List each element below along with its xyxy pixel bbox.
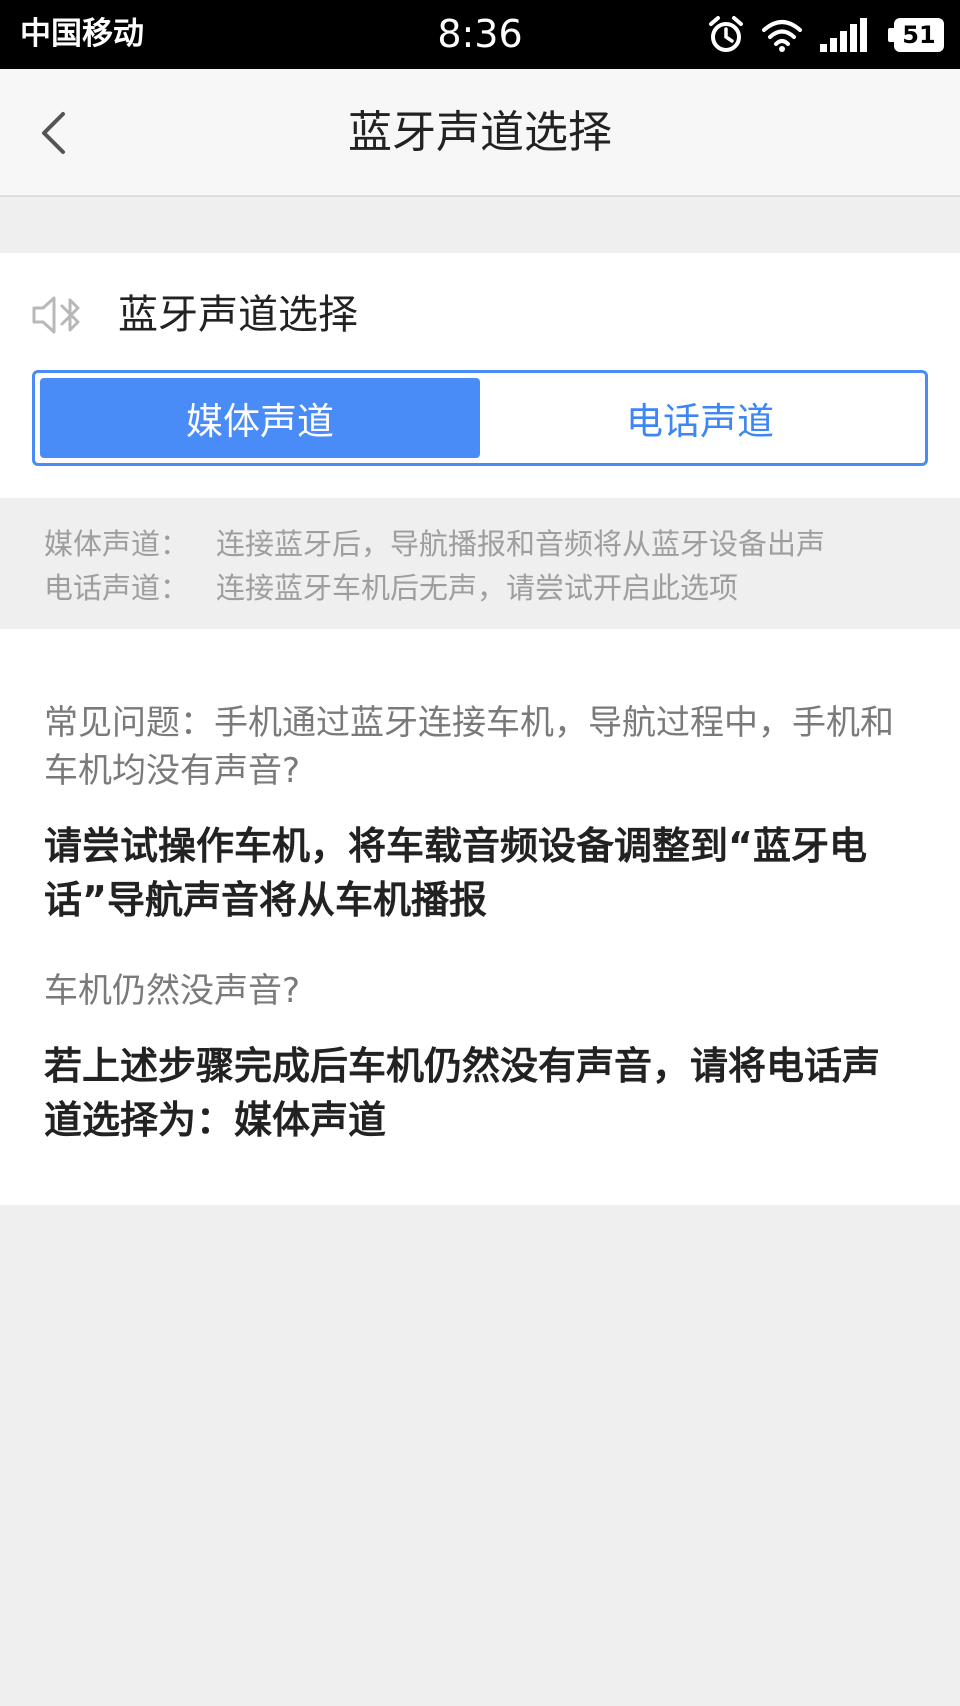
channel-description: 媒体声道： 连接蓝牙后，导航播报和音频将从蓝牙设备出声 电话声道： 连接蓝牙车机… <box>0 498 960 629</box>
status-icons: 51 <box>708 16 944 54</box>
page-title: 蓝牙声道选择 <box>348 107 612 158</box>
media-channel-description: 媒体声道： 连接蓝牙后，导航播报和音频将从蓝牙设备出声 <box>44 522 960 566</box>
section-title: 蓝牙声道选择 <box>118 292 358 338</box>
description-text: 连接蓝牙后，导航播报和音频将从蓝牙设备出声 <box>216 527 826 561</box>
description-text: 连接蓝牙车机后无声，请尝试开启此选项 <box>216 571 739 605</box>
battery-icon: 51 <box>888 18 944 52</box>
faq-section: 常见问题：手机通过蓝牙连接车机，导航过程中，手机和车机均没有声音? 请尝试操作车… <box>0 629 960 1205</box>
faq-answer: 请尝试操作车机，将车载音频设备调整到“蓝牙电话”导航声音将从车机播报 <box>44 824 867 922</box>
section-header: 蓝牙声道选择 <box>32 285 358 345</box>
description-label: 媒体声道： <box>44 527 190 561</box>
description-label: 电话声道： <box>44 571 190 605</box>
faq-question: 常见问题：手机通过蓝牙连接车机，导航过程中，手机和车机均没有声音? <box>44 703 894 791</box>
phone-channel-description: 电话声道： 连接蓝牙车机后无声，请尝试开启此选项 <box>44 566 960 610</box>
signal-icon <box>820 18 867 52</box>
wifi-icon <box>762 20 802 52</box>
channel-segmented-control: 媒体声道 电话声道 <box>32 370 928 466</box>
speaker-bluetooth-icon <box>32 296 80 334</box>
media-channel-option[interactable]: 媒体声道 <box>40 378 480 458</box>
faq-question: 车机仍然没声音? <box>44 971 301 1011</box>
faq-answer: 若上述步骤完成后车机仍然没有声音，请将电话声道选择为：媒体声道 <box>44 1044 881 1142</box>
battery-level: 51 <box>894 18 944 52</box>
phone-channel-option[interactable]: 电话声道 <box>480 378 920 458</box>
alarm-icon <box>709 16 743 52</box>
channel-selection-card: 蓝牙声道选择 媒体声道 电话声道 <box>0 253 960 498</box>
status-bar: 中国移动 8:36 51 <box>0 0 960 69</box>
navigation-bar: 蓝牙声道选择 <box>0 69 960 197</box>
